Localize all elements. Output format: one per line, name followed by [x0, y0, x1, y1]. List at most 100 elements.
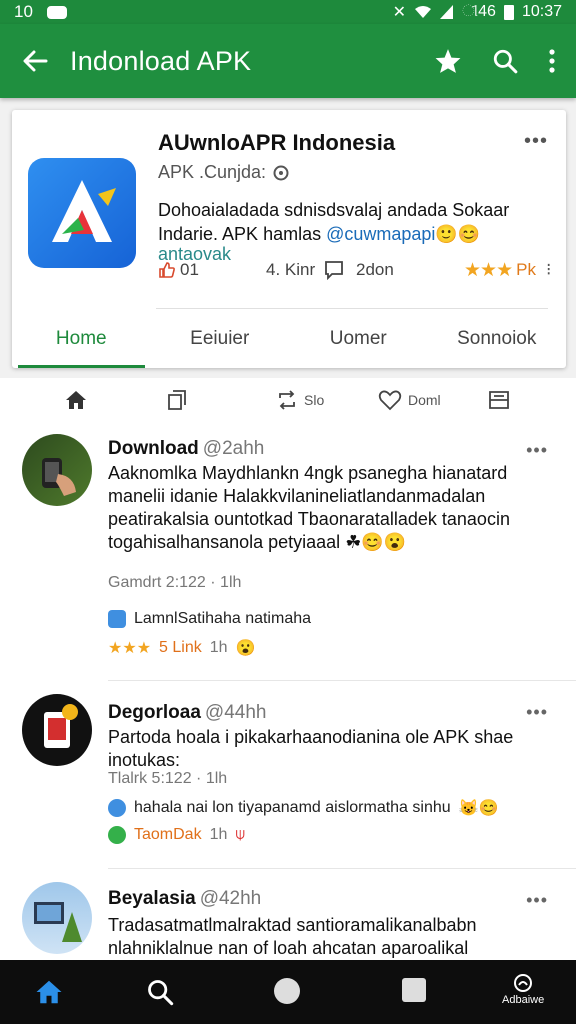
attachment-icon: [108, 610, 126, 628]
repost-count: Slo: [304, 392, 325, 408]
arrow-left-icon: [23, 50, 48, 72]
app-bar: Indonload APK: [0, 24, 576, 98]
chat-icon: [108, 826, 126, 844]
description-line-1: Dohoaialadada sdnisdsvalaj andada Sokaar: [158, 200, 510, 220]
post-meta: Tlalrk 5:122 · 1lh: [108, 770, 228, 787]
rating-stars-icon: ★★★: [108, 640, 152, 657]
nav-recents[interactable]: [402, 978, 426, 1002]
nav-profile[interactable]: Adbaiwe: [502, 972, 544, 1006]
avatar[interactable]: [22, 694, 92, 766]
post-body: Partoda hoala i pikakarhaanodianina ole …: [108, 727, 514, 770]
mute-icon: ✕: [392, 4, 406, 21]
rating-more-icon[interactable]: ⁝: [546, 260, 551, 280]
nav-profile-label: Adbaiwe: [502, 994, 545, 1006]
feed-post[interactable]: Beyalasia @42hh ••• Tradasatmatlmalraktad…: [0, 872, 576, 960]
refresh-icon: [273, 165, 289, 180]
app-logo-icon[interactable]: [28, 158, 136, 268]
tab-home[interactable]: Home: [12, 310, 151, 368]
star-icon[interactable]: [434, 48, 462, 74]
like-stat[interactable]: 01: [158, 260, 199, 280]
post-more-button[interactable]: •••: [526, 440, 548, 461]
tab-2[interactable]: Eeiuier: [151, 310, 290, 368]
action-toolbar: Slo Doml: [0, 378, 576, 422]
post-author[interactable]: Beyalasia: [108, 888, 196, 909]
app-subtitle: APK .Cunjda:: [158, 162, 290, 183]
wifi-icon: [415, 6, 431, 18]
profile-icon: [514, 974, 533, 992]
back-button[interactable]: [0, 50, 70, 72]
description-line-2: Indarie. APK hamlas @cuwmapapi🙂😊: [158, 224, 481, 244]
bookmark-action[interactable]: [488, 389, 510, 411]
card-more-button[interactable]: •••: [524, 130, 548, 153]
app-info-card: AUwnloAPR Indonesia ••• APK .Cunjda: Doh…: [12, 110, 566, 368]
status-left-text: 10: [14, 2, 33, 21]
tab-4[interactable]: Sonnoiok: [428, 310, 567, 368]
feed-post[interactable]: Download @2ahh ••• Aaknomlka Maydhlankn 4…: [0, 422, 576, 681]
post-header: Download @2ahh: [108, 438, 264, 460]
share-action[interactable]: [166, 389, 188, 411]
rating-stat: ★★★ Pk ⁝: [464, 259, 552, 281]
attachment-icon: [108, 799, 126, 817]
app-tabs: Home Eeiuier Uomer Sonnoiok: [12, 310, 566, 368]
search-icon[interactable]: [492, 48, 518, 74]
post-divider: [108, 680, 576, 681]
home-icon: [36, 980, 62, 1004]
repost-action[interactable]: Slo: [276, 389, 324, 411]
app-bar-title: Indonload APK: [70, 45, 252, 76]
post-body: Tradasatmatlmalraktad santioramalikanalb…: [108, 915, 477, 958]
post-author[interactable]: Degorloaa: [108, 702, 201, 723]
signal-icon: [440, 5, 453, 19]
avatar[interactable]: [22, 882, 92, 954]
avatar[interactable]: [22, 434, 92, 506]
status-bar: 10 ✕ ୀ46 10:37: [0, 0, 576, 24]
repost-icon: [279, 390, 295, 410]
post-body: Aaknomlka Maydhlankn 4ngk psanegha hiana…: [108, 463, 510, 552]
comment-stat[interactable]: 2don: [324, 260, 394, 280]
nav-search[interactable]: [146, 978, 174, 1006]
tab-3[interactable]: Uomer: [289, 310, 428, 368]
emoji-icon: ☘😊😮: [345, 532, 407, 552]
search-icon: [148, 980, 174, 1006]
post-attachment[interactable]: hahala nai lon tiyapanamd aislormatha si…: [108, 798, 499, 818]
post-rating-line: ★★★ 5 Link 1h 😮: [108, 639, 256, 657]
post-more-button[interactable]: •••: [526, 702, 548, 723]
battery-icon: [503, 4, 514, 20]
heart-icon: [378, 390, 402, 411]
copy-icon: [168, 390, 186, 410]
app-subtitle-text: APK .Cunjda:: [158, 162, 267, 182]
circle-icon: [274, 978, 300, 1004]
download-stat: 4. Kinr: [266, 260, 316, 279]
inbox-icon: [489, 391, 509, 409]
like-count: Doml: [408, 392, 441, 408]
post-more-button[interactable]: •••: [526, 890, 548, 911]
comment-icon: [325, 261, 343, 280]
app-name: AUwnloAPR Indonesia: [158, 130, 396, 155]
home-icon: [66, 391, 86, 409]
overflow-menu-icon[interactable]: [548, 48, 556, 74]
home-action[interactable]: [64, 389, 88, 411]
feed: Download @2ahh ••• Aaknomlka Maydhlankn 4…: [0, 422, 576, 960]
post-header: Degorloaa @44hh: [108, 702, 266, 724]
post-handle: @42hh: [199, 888, 262, 909]
emoji-icon: 🙂😊: [435, 224, 481, 244]
nav-home-button[interactable]: [274, 978, 300, 1004]
nav-home[interactable]: [34, 978, 64, 1006]
post-handle: @44hh: [204, 702, 267, 723]
emoji-icon: 😺😊: [458, 800, 499, 817]
card-divider: [156, 308, 548, 309]
post-attachment[interactable]: LamnlSatihaha natimaha: [108, 610, 311, 628]
like-action[interactable]: Doml: [378, 389, 441, 411]
post-app-line[interactable]: TaomDak 1h ⍦: [108, 826, 245, 844]
post-author[interactable]: Download: [108, 438, 199, 459]
rating-stars-icon: ★★★: [464, 259, 513, 281]
mention-link[interactable]: @cuwmapapi: [326, 224, 435, 244]
square-icon: [402, 978, 426, 1002]
feed-post[interactable]: Degorloaa @44hh ••• Partoda hoala i pikak…: [0, 682, 576, 870]
clock: 10:37: [521, 3, 562, 20]
thumbs-up-icon: [159, 262, 175, 278]
carrier-label: ୀ46: [462, 3, 496, 20]
post-meta: Gamdrt 2:122 · 1lh: [108, 574, 242, 591]
post-handle: @2ahh: [202, 438, 265, 459]
emoji-icon: 😮: [235, 640, 256, 657]
post-divider: [108, 868, 576, 869]
